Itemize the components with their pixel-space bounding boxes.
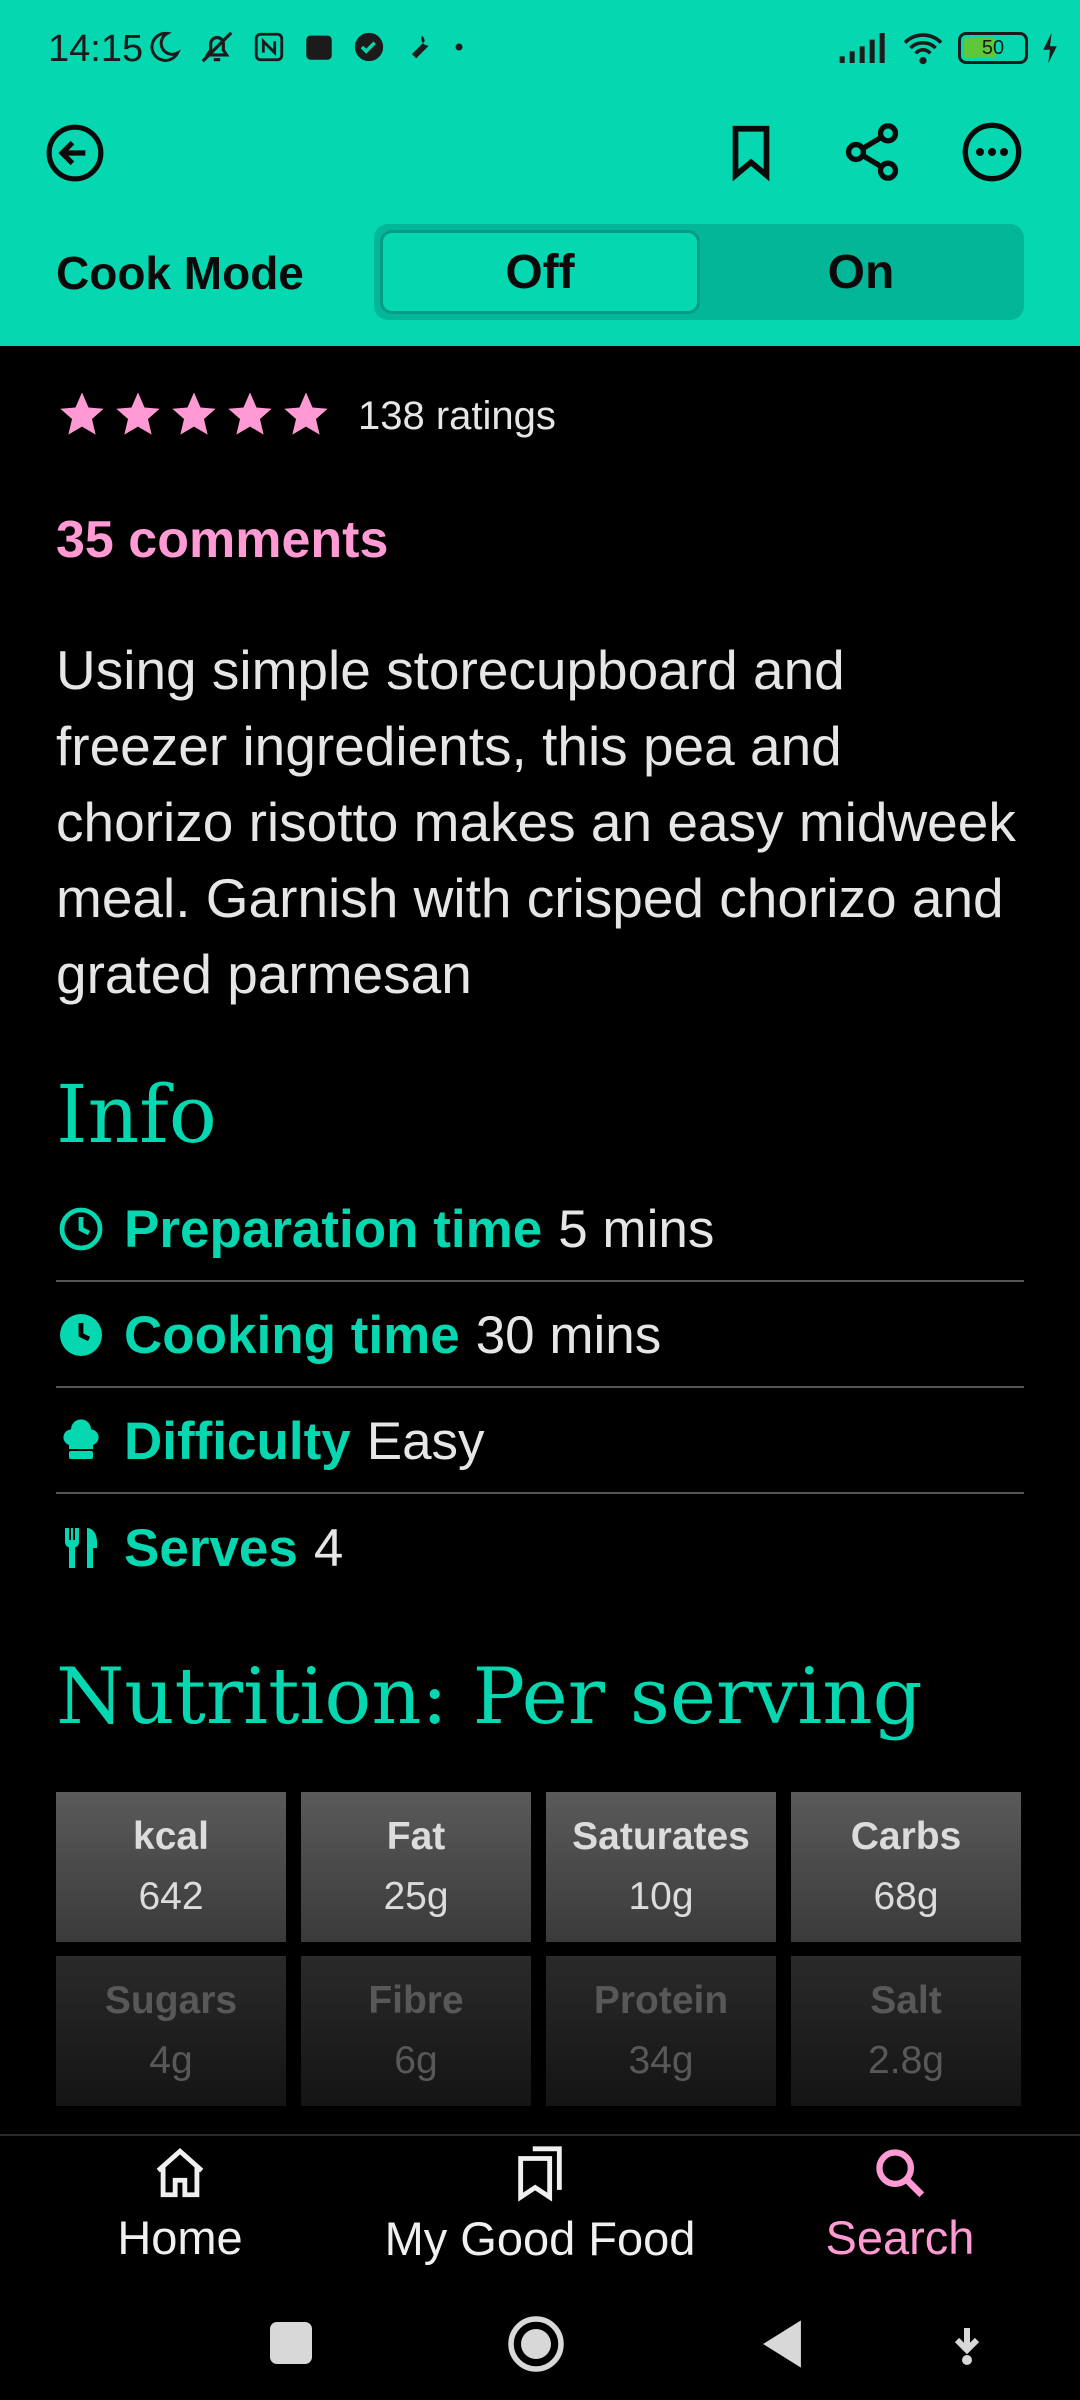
chef-hat-icon xyxy=(56,1416,106,1466)
rating-stars[interactable] xyxy=(56,388,332,440)
clock-outline-icon xyxy=(56,1204,106,1254)
system-nav-bar xyxy=(0,2284,1080,2400)
status-notification-icons xyxy=(146,28,466,66)
info-heading: Info xyxy=(56,1068,217,1161)
info-label: Cooking time xyxy=(124,1305,460,1365)
app-bar xyxy=(0,100,1080,220)
saved-recipes-icon xyxy=(518,2145,562,2202)
nutrition-cell: Sugars 4g xyxy=(56,1956,286,2106)
nutrition-label: Protein xyxy=(593,1979,729,2022)
nutrition-value: 25g xyxy=(383,1875,449,1918)
nutrition-cell: Fibre 6g xyxy=(301,1956,531,2106)
nav-search-label: Search xyxy=(825,2210,975,2264)
nutrition-label: Saturates xyxy=(572,1815,750,1858)
nutrition-cell: Carbs 68g xyxy=(791,1792,1021,1942)
nutrition-value: 68g xyxy=(873,1875,939,1918)
moon-icon xyxy=(150,31,182,62)
recipe-description: Using simple storecupboard and freezer i… xyxy=(56,639,1016,1005)
mi-store-icon xyxy=(306,35,332,60)
nutrition-cell: Fat 25g xyxy=(301,1792,531,1942)
nutrition-value: 2.8g xyxy=(868,2039,944,2082)
charging-icon xyxy=(1043,32,1057,64)
nutrition-label: Salt xyxy=(870,1979,942,2022)
battery-level: 50 xyxy=(981,37,1005,59)
star-icon xyxy=(116,392,160,435)
info-row-cooking: Cooking time 30 mins xyxy=(56,1284,1024,1388)
status-time: 14:15 xyxy=(48,28,144,70)
cook-mode-on-option[interactable]: On xyxy=(702,230,1020,314)
nav-search[interactable]: Search xyxy=(800,2134,1000,2274)
nav-my-good-food[interactable]: My Good Food xyxy=(370,2134,710,2274)
nav-home[interactable]: Home xyxy=(80,2134,280,2274)
nutrition-label: kcal xyxy=(133,1815,209,1858)
nutrition-heading: Nutrition: Per serving xyxy=(56,1652,923,1742)
status-bar: 14:15 50 xyxy=(0,0,1080,100)
bell-off-icon xyxy=(201,31,233,63)
dot-icon xyxy=(455,43,463,51)
nutrition-value: 6g xyxy=(394,2039,438,2082)
star-icon xyxy=(228,392,272,435)
comments-link[interactable]: 35 comments xyxy=(56,510,388,570)
nutrition-grid-row2: Sugars 4g Fibre 6g Protein 34g Salt 2.8g xyxy=(56,1956,1022,2106)
wifi-icon xyxy=(903,33,943,65)
info-value: 30 mins xyxy=(475,1305,662,1365)
signal-icon xyxy=(839,33,885,63)
status-system-icons: 50 xyxy=(838,30,1060,66)
info-label: Difficulty xyxy=(124,1411,351,1471)
nutrition-value: 34g xyxy=(628,2039,694,2082)
recents-button-icon[interactable] xyxy=(270,2322,312,2364)
nutrition-label: Fat xyxy=(386,1815,446,1858)
info-label: Serves xyxy=(124,1518,298,1578)
nutrition-value: 10g xyxy=(628,1875,694,1918)
clock-filled-icon xyxy=(56,1310,106,1360)
cutlery-icon xyxy=(56,1523,106,1573)
nutrition-cell: Salt 2.8g xyxy=(791,1956,1021,2106)
search-icon xyxy=(876,2148,925,2197)
info-value: 5 mins xyxy=(558,1199,715,1259)
cook-mode-off-option[interactable]: Off xyxy=(380,230,700,314)
nutrition-cell: Saturates 10g xyxy=(546,1792,776,1942)
ratings-count: 138 ratings xyxy=(358,394,556,438)
nav-home-label: Home xyxy=(117,2210,243,2264)
star-icon xyxy=(60,392,104,435)
info-row-serves: Serves 4 xyxy=(56,1496,1024,1600)
star-icon xyxy=(172,392,216,435)
info-row-difficulty: Difficulty Easy xyxy=(56,1390,1024,1494)
info-value: Easy xyxy=(366,1411,485,1471)
nutrition-label: Carbs xyxy=(850,1815,962,1858)
bookmark-icon[interactable] xyxy=(720,120,782,184)
more-horizontal-icon[interactable] xyxy=(960,120,1024,184)
check-circle-icon xyxy=(354,32,384,62)
battery-icon: 50 xyxy=(958,32,1028,64)
info-label: Preparation time xyxy=(124,1199,543,1259)
home-button-icon[interactable] xyxy=(506,2314,566,2374)
nfc-icon xyxy=(254,32,284,62)
nutrition-label: Sugars xyxy=(104,1979,238,2022)
nutrition-cell: Protein 34g xyxy=(546,1956,776,2106)
nutrition-value: 4g xyxy=(149,2039,193,2082)
back-arrow-circle-icon[interactable] xyxy=(44,122,106,184)
nutrition-cell: kcal 642 xyxy=(56,1792,286,1942)
home-icon xyxy=(156,2147,204,2197)
wrench-icon xyxy=(411,35,429,59)
info-row-preparation: Preparation time 5 mins xyxy=(56,1178,1024,1282)
nutrition-value: 642 xyxy=(138,1875,204,1918)
nav-my-good-food-label: My Good Food xyxy=(384,2211,696,2265)
nutrition-label: Fibre xyxy=(368,1979,464,2022)
back-button-icon[interactable] xyxy=(758,2318,806,2370)
cook-mode-label: Cook Mode xyxy=(56,247,304,299)
share-icon[interactable] xyxy=(840,120,904,184)
info-value: 4 xyxy=(313,1518,344,1578)
keyboard-hide-icon[interactable] xyxy=(946,2322,988,2366)
nutrition-grid: kcal 642 Fat 25g Saturates 10g Carbs 68g xyxy=(56,1792,1022,1942)
star-icon xyxy=(284,392,328,435)
